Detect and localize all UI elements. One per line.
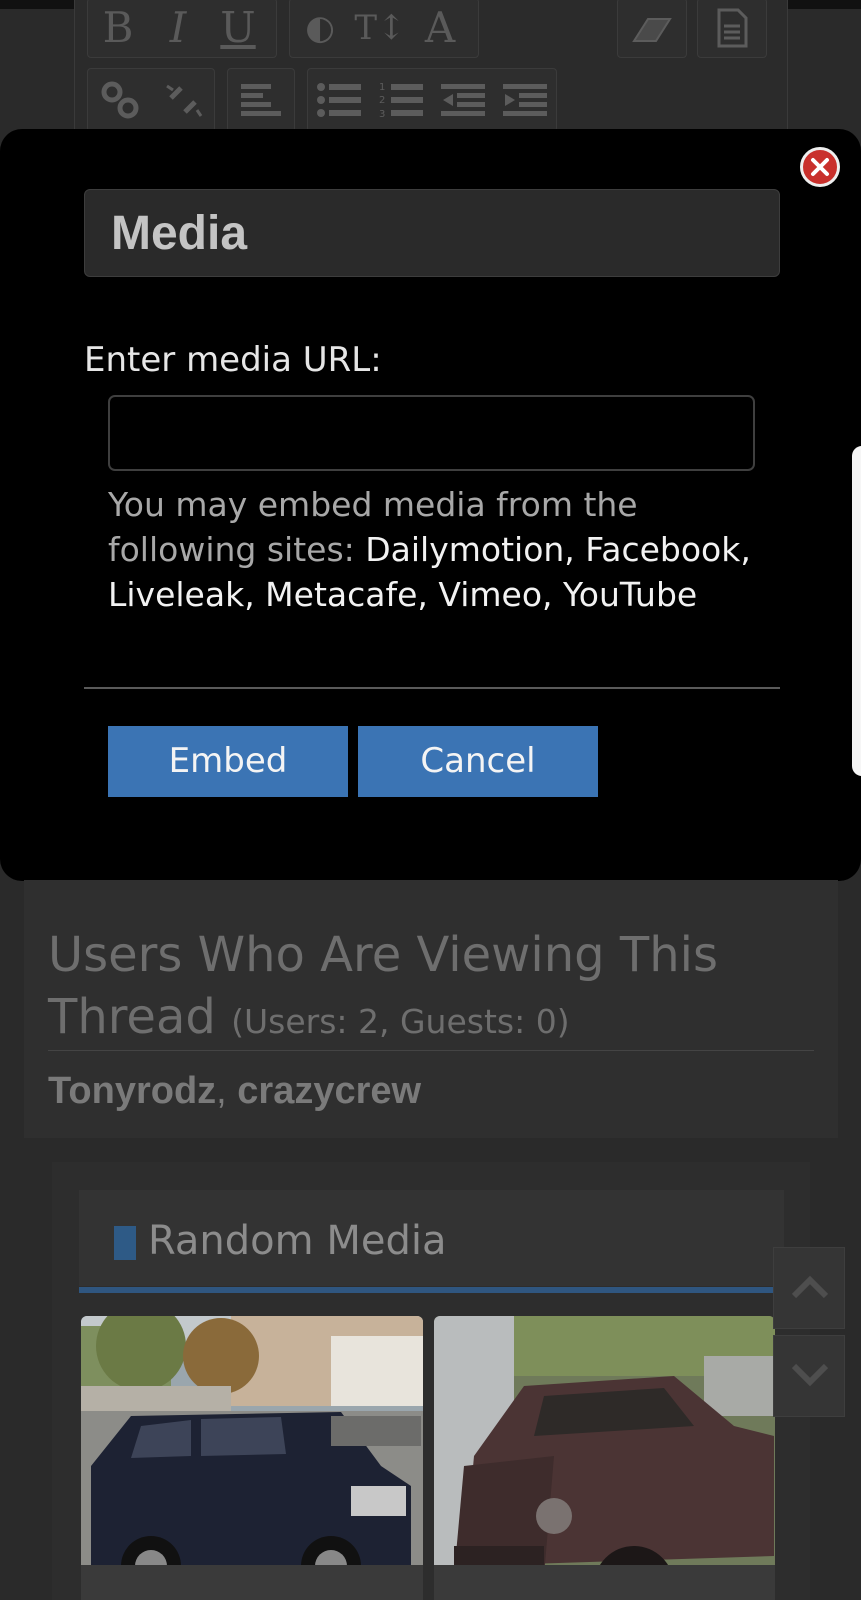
eraser-button[interactable] [617,0,687,58]
media-url-input[interactable] [108,395,755,471]
media-thumbnail-suv[interactable] [81,1316,423,1600]
viewers-title: Users Who Are Viewing This Thread (Users… [48,924,808,1053]
header-underline [79,1287,784,1293]
svg-text:1: 1 [379,82,385,93]
cancel-button[interactable]: Cancel [358,726,598,797]
font-size-button[interactable]: T↕ [350,11,410,45]
close-icon [811,158,829,176]
format-group: B I U [87,0,277,58]
embed-help-text: You may embed media from the following s… [108,482,758,617]
document-icon [717,8,748,48]
edge-panel-handle[interactable] [852,446,861,776]
media-url-label: Enter media URL: [84,340,382,380]
bullet-list-icon[interactable] [317,82,361,118]
scroll-up-button[interactable] [773,1247,845,1329]
user-link-tonyrodz[interactable]: Tonyrodz [48,1070,216,1112]
scroll-down-button[interactable] [773,1335,845,1417]
page: B I U ◐ T↕ A 123 Media Enter media URL: … [0,0,861,1600]
font-family-button[interactable]: A [410,7,470,49]
italic-button[interactable]: I [148,7,208,49]
eraser-icon [632,18,672,42]
dialog-title: Media [84,189,780,277]
black-suv-photo [81,1316,423,1600]
random-media-title: Random Media [148,1218,447,1264]
header-accent [114,1226,136,1260]
source-button[interactable] [697,0,767,58]
color-button[interactable]: ◐ [290,11,350,45]
list-group: 1 2 3 [307,68,557,132]
media-thumbnail-truck[interactable] [434,1316,775,1600]
numbered-list-icon[interactable]: 1 2 3 [379,80,423,120]
thumbnail-caption [81,1565,423,1600]
close-button[interactable] [800,147,840,187]
chevron-down-icon [791,1363,829,1387]
underline-button[interactable]: U [208,7,268,49]
svg-text:2: 2 [379,95,385,106]
link-group [87,68,215,132]
outdent-icon[interactable] [441,82,485,118]
indent-icon[interactable] [503,82,547,118]
embed-button[interactable]: Embed [108,726,348,797]
align-left-icon [241,84,281,116]
svg-text:3: 3 [379,109,385,120]
thumbnail-caption [434,1565,775,1600]
link-icon[interactable] [100,80,140,120]
viewers-list: Tonyrodz, crazycrew [48,1067,421,1115]
old-truck-photo [434,1316,775,1600]
user-link-crazycrew[interactable]: crazycrew [237,1070,421,1112]
unlink-icon[interactable] [163,80,203,120]
user-separator: , [216,1070,238,1112]
style-group: ◐ T↕ A [289,0,479,58]
viewers-count: (Users: 2, Guests: 0) [231,1002,570,1041]
editor-toolbar: B I U ◐ T↕ A 1 2 3 [74,0,788,150]
viewers-divider [48,1050,814,1051]
bold-button[interactable]: B [88,7,148,49]
dialog-divider [84,687,780,689]
chevron-up-icon [791,1275,829,1299]
align-button[interactable] [227,68,295,132]
